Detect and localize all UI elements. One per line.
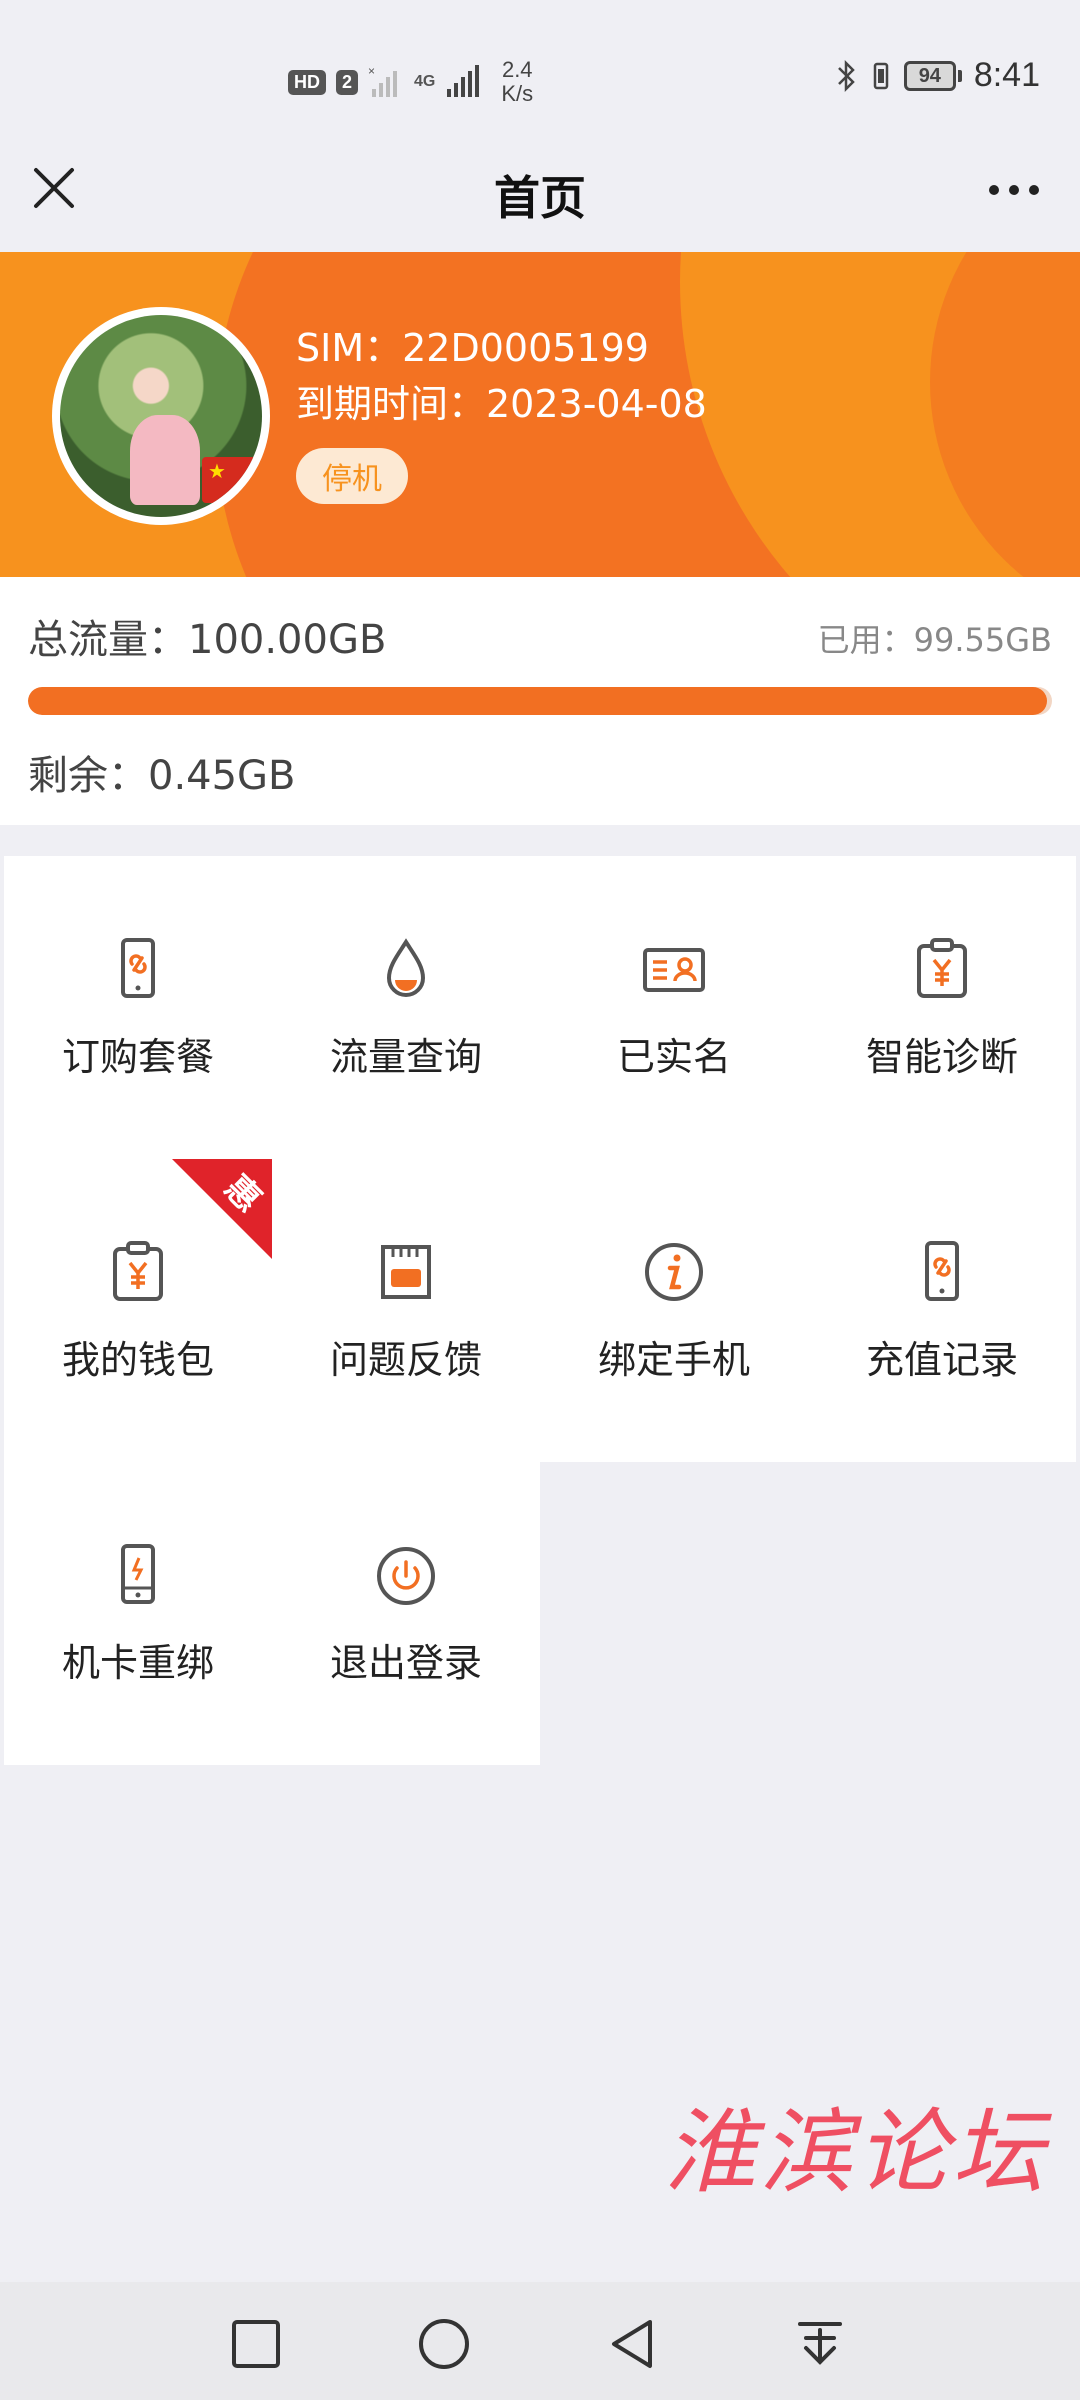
avatar[interactable]	[52, 307, 270, 525]
menu-item-label: 已实名	[616, 1035, 731, 1079]
total-data: 总流量：100.00GB	[28, 617, 387, 663]
menu-item-label: 订购套餐	[61, 1035, 214, 1079]
clipboard-yuan-icon	[917, 938, 967, 998]
id-card-icon	[643, 948, 705, 992]
menu-item-label: 机卡重绑	[61, 1641, 214, 1685]
menu-item-recharge-history[interactable]: 充值记录	[808, 1159, 1076, 1462]
menu-item-bind-phone[interactable]: 绑定手机	[540, 1159, 808, 1462]
status-bar-right: 94 8:41	[836, 56, 1040, 95]
promo-badge: 惠	[172, 1159, 272, 1259]
sim-number: SIM：22D0005199	[296, 326, 649, 370]
menu-item-label: 智能诊断	[865, 1035, 1018, 1079]
speed-value: 2.4	[501, 57, 533, 82]
usage-progress-fill	[28, 687, 1048, 715]
menu-item-rebind-card[interactable]: 机卡重绑	[4, 1462, 272, 1765]
menu-item-label: 充值记录	[865, 1338, 1018, 1382]
profile-info: SIM：22D0005199 到期时间：2023-04-08 停机	[296, 320, 707, 504]
status-badge: 停机	[296, 448, 408, 504]
speed-unit: K/s	[501, 81, 534, 106]
status-bar: HD 2 × 4G 2.4 K/s 94 8:41	[0, 0, 1080, 140]
menu-item-my-wallet[interactable]: 惠 我的钱包	[4, 1159, 272, 1462]
data-usage-card: 总流量：100.00GB 已用：99.55GB 剩余：0.45GB	[0, 577, 1080, 825]
signal-weak-icon: ×	[368, 65, 398, 97]
phone-link-icon	[925, 1241, 959, 1301]
avatar-photo	[60, 315, 262, 517]
clock: 8:41	[973, 56, 1040, 94]
flag-icon	[202, 457, 256, 503]
back-icon[interactable]	[604, 2316, 660, 2372]
home-icon[interactable]	[416, 2316, 472, 2372]
menu-item-label: 退出登录	[329, 1641, 482, 1685]
phone-rebind-icon	[121, 1544, 155, 1604]
battery-icon: 94	[903, 60, 962, 91]
clipboard-yuan-icon	[113, 1241, 163, 1301]
menu-item-feedback[interactable]: 问题反馈	[272, 1159, 540, 1462]
info-icon	[645, 1243, 703, 1301]
forum-watermark: 淮滨论坛	[664, 2099, 1049, 2206]
menu-item-verified[interactable]: 已实名	[540, 856, 808, 1159]
menu-item-label: 绑定手机	[597, 1338, 750, 1382]
remaining-data: 剩余：0.45GB	[28, 753, 296, 799]
network-type: 4G	[414, 73, 436, 90]
signal-strong-icon	[447, 65, 480, 97]
more-options-icon[interactable]	[984, 170, 1044, 210]
drop-icon	[386, 938, 426, 997]
profile-header: SIM：22D0005199 到期时间：2023-04-08 停机	[0, 252, 1080, 577]
bluetooth-icon	[837, 59, 855, 92]
menu-item-logout[interactable]: 退出登录	[272, 1462, 540, 1765]
used-data: 已用：99.55GB	[817, 621, 1052, 659]
system-navigation-bar	[0, 2282, 1080, 2400]
usage-progress-bar	[28, 687, 1052, 715]
sim-card-icon	[381, 1245, 431, 1299]
network-speed: 2.4 K/s	[501, 58, 533, 106]
menu-item-label: 流量查询	[329, 1035, 482, 1079]
page-title: 首页	[494, 171, 586, 225]
sim-slot-badge: 2	[336, 69, 359, 95]
vibrate-icon	[873, 62, 889, 89]
recent-apps-icon[interactable]	[228, 2316, 284, 2372]
menu-item-label: 我的钱包	[61, 1338, 214, 1382]
expiry-date: 到期时间：2023-04-08	[296, 382, 707, 426]
status-bar-left: HD 2 × 4G 2.4 K/s	[288, 58, 533, 106]
svg-text:×: ×	[368, 65, 375, 78]
menu-item-label: 问题反馈	[329, 1338, 482, 1382]
hd-badge: HD	[288, 69, 326, 95]
phone-link-icon	[121, 938, 155, 998]
battery-level: 94	[903, 60, 956, 91]
notification-pulldown-icon[interactable]	[792, 2316, 848, 2372]
nav-bar: 首页	[0, 140, 1080, 252]
menu-item-smart-diagnosis[interactable]: 智能诊断	[808, 856, 1076, 1159]
power-icon	[377, 1547, 435, 1605]
menu-item-order-package[interactable]: 订购套餐	[4, 856, 272, 1159]
menu-item-data-query[interactable]: 流量查询	[272, 856, 540, 1159]
